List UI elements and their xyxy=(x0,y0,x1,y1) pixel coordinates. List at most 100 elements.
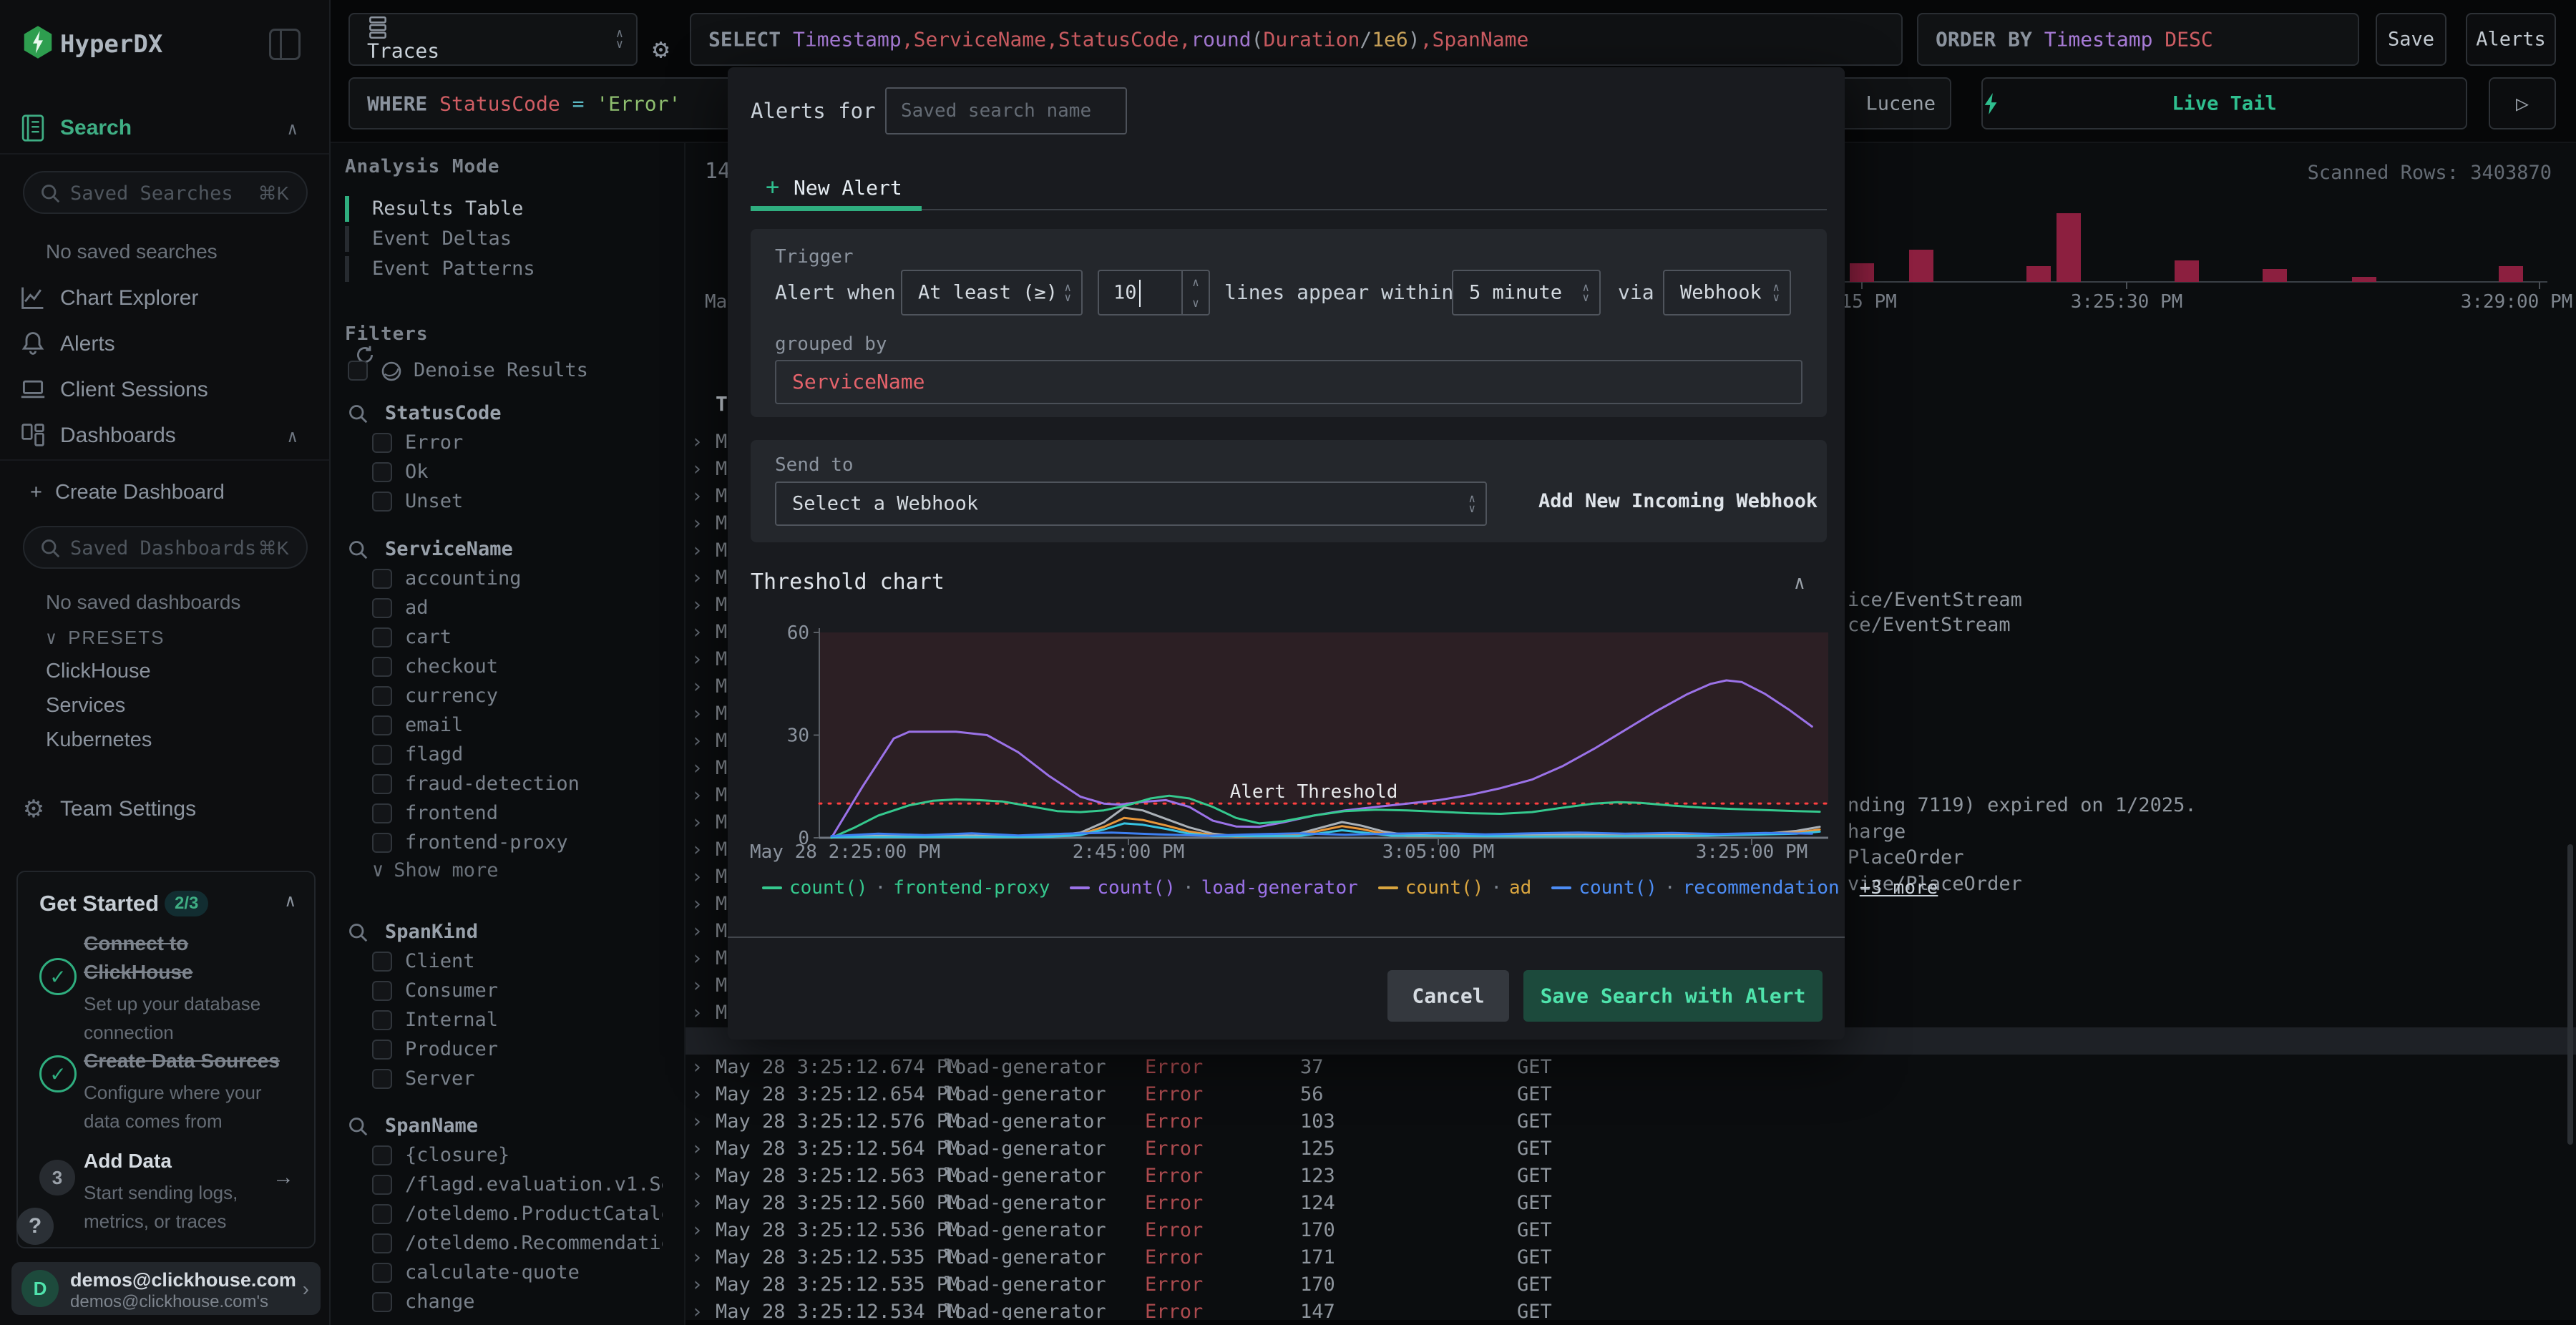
presets-toggle[interactable]: ∨ PRESETS xyxy=(46,627,165,649)
table-row[interactable]: › May 28 3:25:12.576 PM load-generator Erro… xyxy=(686,1109,2576,1136)
checkbox[interactable] xyxy=(372,627,392,647)
expand-row-icon[interactable]: › xyxy=(691,1246,703,1268)
chevron-up-icon[interactable]: ∧ xyxy=(288,119,298,139)
filter-option[interactable]: calculate-quote xyxy=(372,1260,673,1289)
filter-option[interactable]: /oteldemo.Recommendatio… xyxy=(372,1231,673,1259)
checkbox[interactable] xyxy=(372,833,392,853)
grouped-by-input[interactable]: ServiceName xyxy=(775,360,1802,404)
filter-option[interactable]: currency xyxy=(372,683,673,712)
saved-search-name-input[interactable]: Saved search name xyxy=(885,87,1127,135)
checkbox[interactable] xyxy=(372,745,392,765)
analysis-mode-event-deltas[interactable]: Event Deltas xyxy=(345,225,660,255)
sidebar-preset-kubernetes[interactable]: Kubernetes xyxy=(46,728,152,752)
play-button[interactable]: ▷ xyxy=(2489,77,2556,129)
expand-row-icon[interactable]: › xyxy=(691,1165,703,1187)
filter-group-spanname[interactable]: SpanName xyxy=(348,1113,655,1142)
help-button[interactable]: ? xyxy=(16,1208,54,1245)
expand-row-icon[interactable]: › xyxy=(691,1002,703,1024)
scrollbar[interactable] xyxy=(2567,844,2573,1145)
checkbox[interactable] xyxy=(372,981,392,1001)
expand-row-icon[interactable]: › xyxy=(691,1083,703,1105)
number-stepper[interactable]: ∧ ∨ xyxy=(1181,271,1209,314)
expand-row-icon[interactable]: › xyxy=(691,539,703,562)
filter-group-servicename[interactable]: ServiceName xyxy=(348,537,655,565)
gear-icon[interactable]: ⚙ xyxy=(653,33,669,64)
checkbox[interactable] xyxy=(372,1175,392,1195)
expand-row-icon[interactable]: › xyxy=(691,1110,703,1133)
filter-option[interactable]: Error xyxy=(372,430,673,459)
select-query-input[interactable]: SELECT Timestamp,ServiceName,StatusCode,… xyxy=(690,13,1903,66)
filter-option[interactable]: Unset xyxy=(372,489,673,517)
webhook-select[interactable]: Select a Webhook ∧ ∨ xyxy=(775,481,1487,526)
channel-select[interactable]: Webhook ∧ ∨ xyxy=(1663,270,1791,316)
expand-row-icon[interactable]: › xyxy=(691,1219,703,1241)
expand-row-icon[interactable]: › xyxy=(691,811,703,833)
checkbox[interactable] xyxy=(372,715,392,735)
filter-option[interactable]: email xyxy=(372,713,673,741)
add-webhook-link[interactable]: Add New Incoming Webhook xyxy=(1538,490,1818,512)
cancel-button[interactable]: Cancel xyxy=(1387,970,1509,1022)
table-row[interactable]: › May 28 3:25:12.654 PM load-generator Erro… xyxy=(686,1082,2576,1109)
checkbox[interactable] xyxy=(372,1145,392,1165)
expand-row-icon[interactable]: › xyxy=(691,838,703,861)
checkbox[interactable] xyxy=(372,569,392,589)
analysis-mode-results-table[interactable]: Results Table xyxy=(345,195,660,225)
table-row[interactable]: › May 28 3:25:12.536 PM load-generator Erro… xyxy=(686,1218,2576,1245)
checkbox[interactable] xyxy=(372,774,392,794)
expand-row-icon[interactable]: › xyxy=(691,947,703,969)
expand-row-icon[interactable]: › xyxy=(691,431,703,453)
filter-option[interactable]: Internal xyxy=(372,1007,673,1036)
expand-row-icon[interactable]: › xyxy=(691,594,703,616)
table-row[interactable]: › May 28 3:25:12.674 PM load-generator Erro… xyxy=(686,1055,2576,1082)
sidebar-item-chart-explorer[interactable]: Chart Explorer xyxy=(0,279,329,321)
sidebar-item-team-settings[interactable]: ⚙ Team Settings xyxy=(0,790,329,831)
expand-row-icon[interactable]: › xyxy=(691,920,703,942)
expand-row-icon[interactable]: › xyxy=(691,512,703,534)
checkbox[interactable] xyxy=(372,1069,392,1089)
sidebar-item-search[interactable]: Search ∧ xyxy=(0,109,329,150)
expand-row-icon[interactable]: › xyxy=(691,730,703,752)
window-select[interactable]: 5 minute ∧ ∨ xyxy=(1452,270,1601,316)
lucene-mode[interactable]: Lucene xyxy=(1865,92,1936,114)
checkbox[interactable] xyxy=(372,1292,392,1312)
expand-row-icon[interactable]: › xyxy=(691,757,703,779)
save-search-with-alert-button[interactable]: Save Search with Alert xyxy=(1523,970,1823,1022)
analysis-mode-event-patterns[interactable]: Event Patterns xyxy=(345,255,660,285)
table-row[interactable]: › May 28 3:25:12.560 PM load-generator Erro… xyxy=(686,1190,2576,1218)
checkbox[interactable] xyxy=(372,686,392,706)
legend-item[interactable]: count() · load-generator xyxy=(1070,877,1358,899)
expand-row-icon[interactable]: › xyxy=(691,1192,703,1214)
filter-option[interactable]: /oteldemo.ProductCatalo… xyxy=(372,1201,673,1230)
arrow-right-icon[interactable]: → xyxy=(273,1165,294,1190)
create-dashboard-button[interactable]: + Create Dashboard xyxy=(30,481,225,504)
expand-row-icon[interactable]: › xyxy=(691,1273,703,1296)
filter-group-statuscode[interactable]: StatusCode xyxy=(348,401,655,429)
checkbox[interactable] xyxy=(372,1263,392,1283)
filter-option[interactable]: change xyxy=(372,1289,673,1318)
expand-row-icon[interactable]: › xyxy=(691,458,703,480)
legend-item[interactable]: count() · ad xyxy=(1377,877,1531,899)
sidebar-collapse-icon[interactable] xyxy=(269,29,301,60)
expand-row-icon[interactable]: › xyxy=(691,675,703,698)
sidebar-item-client-sessions[interactable]: Client Sessions xyxy=(0,371,329,412)
chevron-up-icon[interactable]: ∧ xyxy=(288,426,298,446)
expand-row-icon[interactable]: › xyxy=(691,1138,703,1160)
expand-row-icon[interactable]: › xyxy=(691,1056,703,1078)
checkbox[interactable] xyxy=(372,492,392,512)
expand-row-icon[interactable]: › xyxy=(691,567,703,589)
filter-option[interactable]: Producer xyxy=(372,1037,673,1065)
sidebar-item-alerts[interactable]: Alerts xyxy=(0,325,329,366)
filter-option[interactable]: Ok xyxy=(372,459,673,488)
checkbox[interactable] xyxy=(372,462,392,482)
expand-row-icon[interactable]: › xyxy=(691,974,703,997)
expand-row-icon[interactable]: › xyxy=(691,866,703,888)
chevron-up-icon[interactable]: ∧ xyxy=(1794,572,1805,594)
table-row[interactable]: › May 28 3:25:12.535 PM load-generator Erro… xyxy=(686,1245,2576,1272)
sidebar-preset-clickhouse[interactable]: ClickHouse xyxy=(46,660,151,683)
checkbox[interactable] xyxy=(372,1233,392,1253)
threshold-value-input[interactable]: 10 ∧ ∨ xyxy=(1098,270,1210,316)
denoise-filter[interactable]: Denoise Results xyxy=(348,358,648,386)
sidebar-item-dashboards[interactable]: Dashboards ∧ xyxy=(0,416,329,458)
expand-row-icon[interactable]: › xyxy=(691,893,703,915)
filter-option[interactable]: fraud-detection xyxy=(372,771,673,800)
